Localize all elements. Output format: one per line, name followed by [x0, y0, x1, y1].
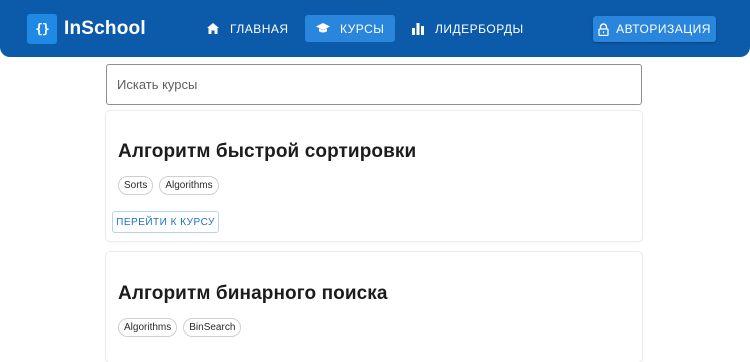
- course-tag: Algorithms: [118, 318, 178, 337]
- nav-item-home[interactable]: ГЛАВНАЯ: [195, 15, 300, 42]
- home-icon: [206, 22, 220, 36]
- top-navbar: {} InSchool ГЛАВНАЯ КУРСЫ ЛИДЕРБОРДЫ АВТ…: [0, 0, 750, 57]
- login-button[interactable]: АВТОРИЗАЦИЯ: [593, 16, 716, 42]
- app-name: InSchool: [64, 18, 146, 39]
- course-title: Алгоритм бинарного поиска: [118, 283, 388, 304]
- brand[interactable]: {} InSchool: [27, 14, 146, 44]
- graduation-cap-icon: [316, 22, 330, 36]
- course-tags: Algorithms BinSearch: [118, 318, 242, 337]
- search-box: [106, 64, 642, 105]
- bar-chart-icon: [411, 22, 425, 36]
- nav-item-courses-label: КУРСЫ: [340, 21, 385, 36]
- course-tag: BinSearch: [183, 318, 242, 337]
- app-logo: {}: [27, 14, 57, 44]
- nav-item-leaderboards[interactable]: ЛИДЕРБОРДЫ: [400, 15, 535, 42]
- course-tag: Algorithms: [159, 176, 219, 195]
- login-button-label: АВТОРИЗАЦИЯ: [616, 22, 711, 36]
- nav-item-leaderboards-label: ЛИДЕРБОРДЫ: [435, 21, 524, 36]
- nav-item-home-label: ГЛАВНАЯ: [230, 21, 289, 36]
- lock-icon: [598, 22, 609, 36]
- nav-item-courses[interactable]: КУРСЫ: [305, 15, 396, 42]
- course-tag: Sorts: [118, 176, 154, 195]
- go-to-course-button[interactable]: ПЕРЕЙТИ К КУРСУ: [112, 211, 219, 233]
- course-tags: Sorts Algorithms: [118, 176, 219, 195]
- course-card: Алгоритм быстрой сортировки Sorts Algori…: [106, 111, 642, 241]
- search-input[interactable]: [107, 65, 641, 104]
- course-title: Алгоритм быстрой сортировки: [118, 141, 417, 162]
